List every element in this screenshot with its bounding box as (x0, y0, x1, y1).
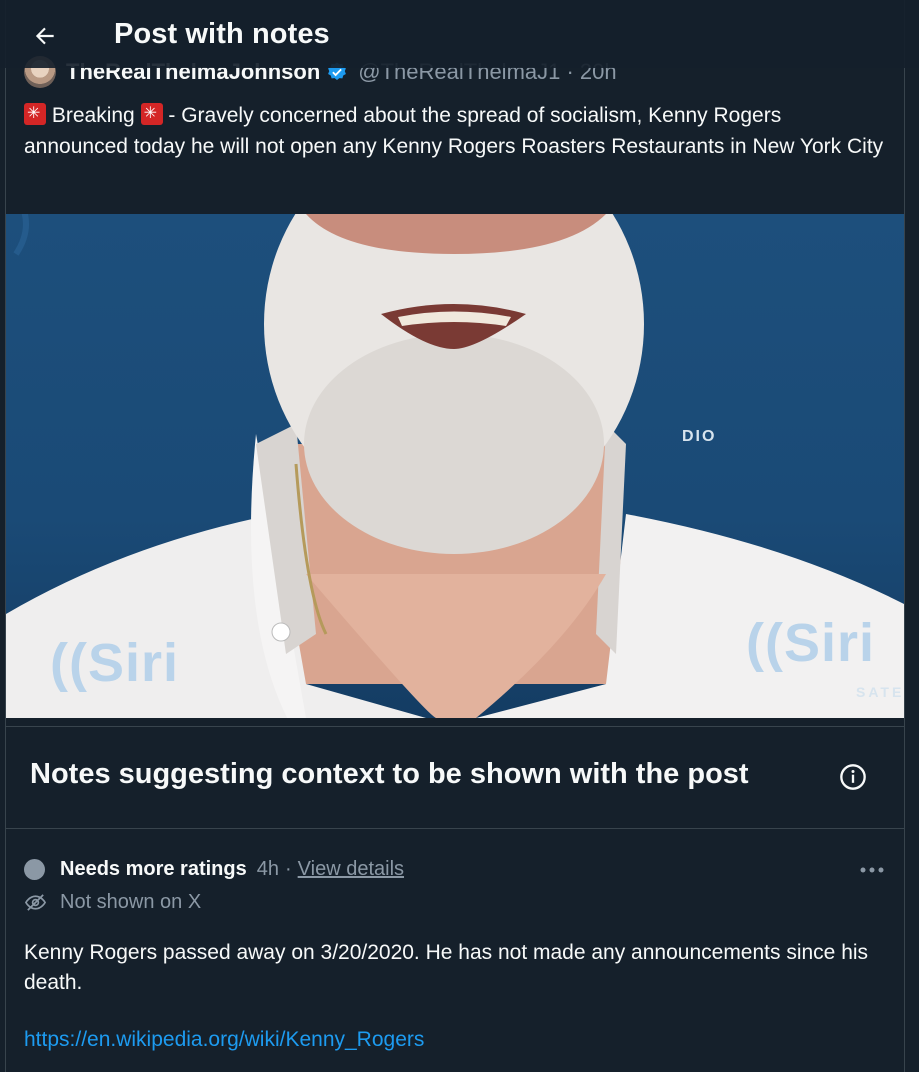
separator: · (284, 857, 292, 880)
post-text-lead: Breaking (46, 104, 141, 127)
backdrop-text: SATE (856, 684, 904, 700)
page-header: Post with notes (0, 0, 919, 68)
back-button[interactable] (24, 15, 66, 57)
info-button[interactable] (838, 762, 868, 792)
divider (6, 828, 904, 829)
note-visibility: Not shown on X (60, 890, 202, 913)
note-status: Needs more ratings (60, 857, 247, 880)
info-icon (840, 764, 866, 790)
note-source-link[interactable]: https://en.wikipedia.org/wiki/Kenny_Roge… (24, 1028, 424, 1052)
note-body: Kenny Rogers passed away on 3/20/2020. H… (24, 941, 869, 994)
eye-slash-icon (24, 893, 47, 911)
sirius-logo-right: ((Siri (746, 613, 876, 673)
more-horizontal-icon (860, 867, 884, 873)
post-image[interactable]: ((Siri ((Siri DIO SATE (6, 214, 904, 718)
backdrop-text: DIO (682, 428, 717, 445)
note-status-row: Needs more ratings 4h · View details (24, 856, 404, 882)
siren-emoji-icon (140, 103, 163, 125)
notes-section-title: Notes suggesting context to be shown wit… (30, 758, 749, 790)
note-timestamp: 4h (256, 857, 279, 880)
arrow-left-icon (35, 27, 54, 45)
note-visibility-row: Not shown on X (24, 889, 201, 915)
post-text: Breaking - Gravely concerned about the s… (24, 100, 884, 162)
sirius-logo-left: ((Siri (50, 633, 180, 693)
page-title: Post with notes (114, 18, 330, 50)
siren-emoji-icon (24, 103, 46, 125)
more-options-button[interactable] (855, 858, 889, 882)
view-details-link[interactable]: View details (298, 858, 404, 881)
status-dot-icon (24, 858, 45, 880)
divider (6, 726, 904, 727)
